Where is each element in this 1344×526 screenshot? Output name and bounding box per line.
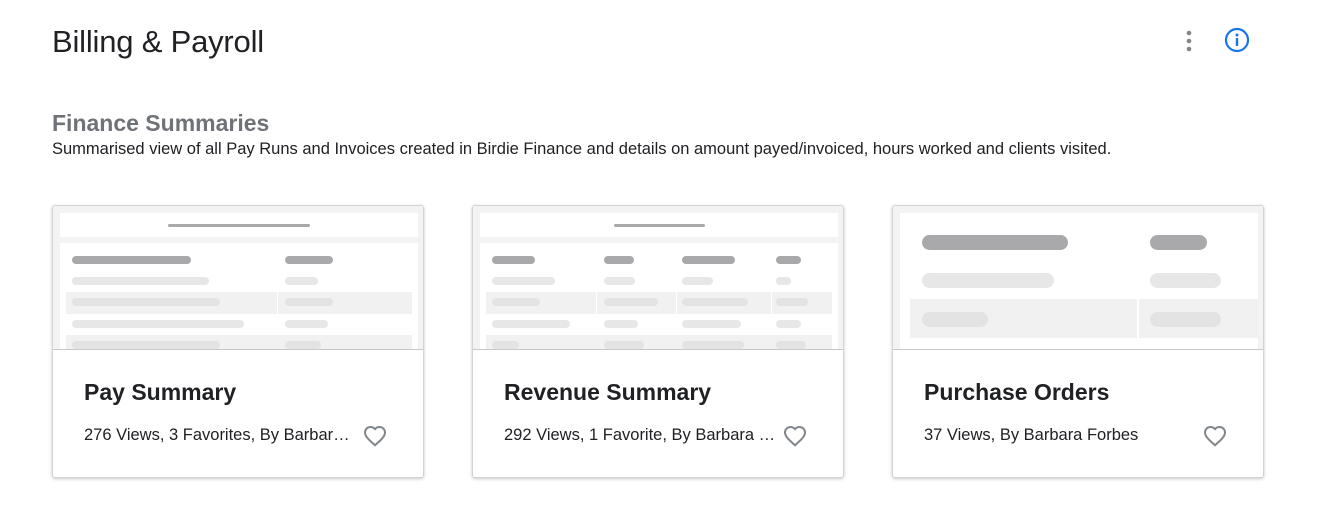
dashboard-card-pay-summary[interactable]: Pay Summary 276 Views, 3 Favorites, By B… bbox=[52, 205, 424, 478]
card-title: Pay Summary bbox=[84, 379, 237, 405]
card-title: Revenue Summary bbox=[504, 379, 712, 405]
card-meta: 292 Views, 1 Favorite, By Barbara Forbes bbox=[504, 426, 776, 444]
more-options-button[interactable] bbox=[1172, 24, 1206, 58]
card-meta: 276 Views, 3 Favorites, By Barbara Forbe… bbox=[84, 426, 356, 444]
card-thumbnail bbox=[473, 206, 843, 350]
favorite-button[interactable] bbox=[779, 420, 811, 452]
favorite-button[interactable] bbox=[1199, 420, 1231, 452]
card-meta: 37 Views, By Barbara Forbes bbox=[924, 426, 1139, 444]
info-button[interactable] bbox=[1220, 23, 1254, 57]
section-description: Summarised view of all Pay Runs and Invo… bbox=[52, 140, 1112, 158]
page-title: Billing & Payroll bbox=[52, 24, 264, 59]
card-thumbnail bbox=[893, 206, 1263, 350]
info-icon bbox=[1224, 27, 1250, 53]
dashboard-card-revenue-summary[interactable]: Revenue Summary 292 Views, 1 Favorite, B… bbox=[472, 205, 844, 478]
card-title: Purchase Orders bbox=[924, 379, 1110, 405]
card-thumbnail bbox=[53, 206, 423, 350]
more-vert-icon bbox=[1186, 30, 1192, 52]
section-title: Finance Summaries bbox=[52, 110, 270, 136]
heart-outline-icon bbox=[363, 425, 387, 447]
dashboard-card-purchase-orders[interactable]: Purchase Orders 37 Views, By Barbara For… bbox=[892, 205, 1264, 478]
report-preview-image bbox=[60, 213, 418, 349]
heart-outline-icon bbox=[783, 425, 807, 447]
report-preview-image bbox=[480, 213, 838, 349]
report-preview-image bbox=[900, 213, 1258, 349]
favorite-button[interactable] bbox=[359, 420, 391, 452]
heart-outline-icon bbox=[1203, 425, 1227, 447]
page: Billing & Payroll Finance Summaries Summ… bbox=[0, 0, 1344, 526]
